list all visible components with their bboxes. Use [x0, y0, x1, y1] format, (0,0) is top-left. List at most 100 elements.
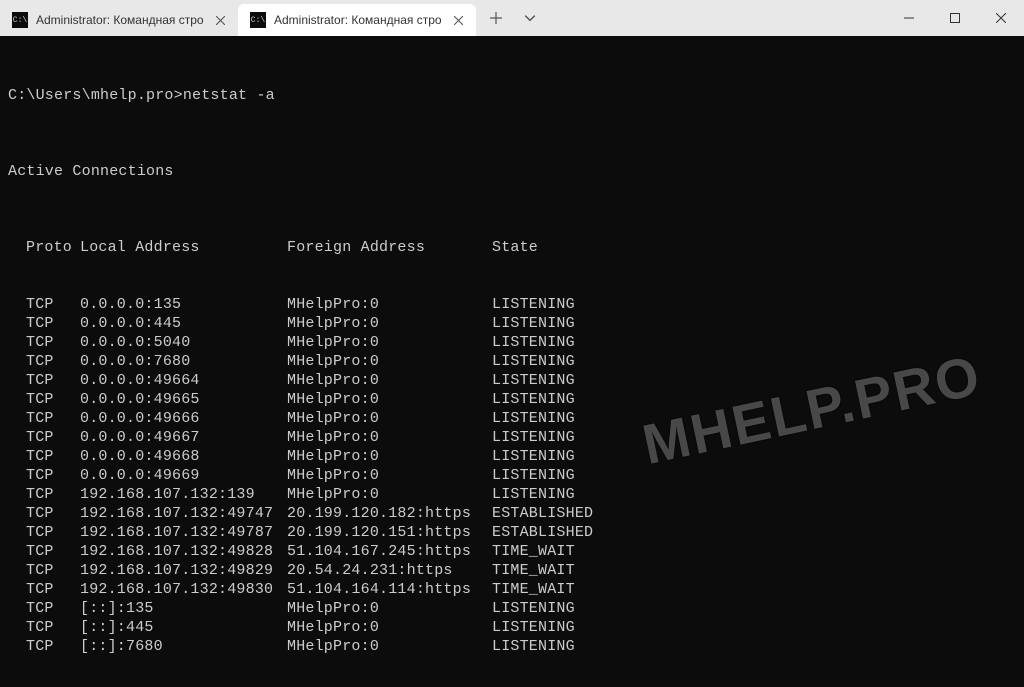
- cell-foreign: MHelpPro:0: [287, 447, 492, 466]
- header-foreign: Foreign Address: [287, 238, 492, 257]
- cell-local: 192.168.107.132:49787: [80, 523, 287, 542]
- cell-local: 192.168.107.132:139: [80, 485, 287, 504]
- cell-state: LISTENING: [492, 295, 575, 314]
- cell-foreign: MHelpPro:0: [287, 295, 492, 314]
- table-row: TCP0.0.0.0:49668MHelpPro:0LISTENING: [8, 447, 1016, 466]
- cell-proto: TCP: [8, 314, 80, 333]
- table-row: TCP192.168.107.132:4978720.199.120.151:h…: [8, 523, 1016, 542]
- table-row: TCP0.0.0.0:49667MHelpPro:0LISTENING: [8, 428, 1016, 447]
- cell-state: LISTENING: [492, 390, 575, 409]
- new-tab-button[interactable]: [482, 4, 510, 32]
- cell-local: [::]:135: [80, 599, 287, 618]
- cell-foreign: MHelpPro:0: [287, 428, 492, 447]
- cell-proto: TCP: [8, 352, 80, 371]
- tab-title: Administrator: Командная стро: [274, 13, 442, 27]
- tab-dropdown-button[interactable]: [516, 4, 544, 32]
- header-proto: Proto: [8, 238, 80, 257]
- cell-state: LISTENING: [492, 371, 575, 390]
- table-row: TCP0.0.0.0:49665MHelpPro:0LISTENING: [8, 390, 1016, 409]
- cell-foreign: MHelpPro:0: [287, 390, 492, 409]
- tab-1[interactable]: C:\ Administrator: Командная стро: [238, 4, 476, 36]
- cell-proto: TCP: [8, 447, 80, 466]
- table-row: TCP192.168.107.132:4982851.104.167.245:h…: [8, 542, 1016, 561]
- cell-foreign: 20.199.120.182:https: [287, 504, 492, 523]
- titlebar-drag-area[interactable]: [544, 0, 886, 36]
- cell-foreign: MHelpPro:0: [287, 333, 492, 352]
- prompt: C:\Users\mhelp.pro>: [8, 87, 183, 104]
- cell-local: 192.168.107.132:49830: [80, 580, 287, 599]
- cell-state: LISTENING: [492, 599, 575, 618]
- table-row: TCP0.0.0.0:7680MHelpPro:0LISTENING: [8, 352, 1016, 371]
- cell-state: LISTENING: [492, 352, 575, 371]
- cell-local: 192.168.107.132:49829: [80, 561, 287, 580]
- cell-state: LISTENING: [492, 333, 575, 352]
- table-body: TCP0.0.0.0:135MHelpPro:0LISTENINGTCP0.0.…: [8, 295, 1016, 656]
- cell-proto: TCP: [8, 580, 80, 599]
- cell-proto: TCP: [8, 618, 80, 637]
- header-state: State: [492, 238, 538, 257]
- cell-local: 0.0.0.0:49666: [80, 409, 287, 428]
- cell-proto: TCP: [8, 504, 80, 523]
- cell-state: LISTENING: [492, 618, 575, 637]
- table-row: TCP[::]:7680MHelpPro:0LISTENING: [8, 637, 1016, 656]
- cell-foreign: MHelpPro:0: [287, 409, 492, 428]
- cell-state: TIME_WAIT: [492, 542, 575, 561]
- cell-state: ESTABLISHED: [492, 523, 593, 542]
- close-tab-icon[interactable]: [450, 12, 466, 28]
- cell-proto: TCP: [8, 333, 80, 352]
- cell-local: 0.0.0.0:49667: [80, 428, 287, 447]
- tab-title: Administrator: Командная стро: [36, 13, 204, 27]
- cell-local: 0.0.0.0:49665: [80, 390, 287, 409]
- cell-local: 192.168.107.132:49747: [80, 504, 287, 523]
- close-tab-icon[interactable]: [212, 12, 228, 28]
- table-row: TCP0.0.0.0:49664MHelpPro:0LISTENING: [8, 371, 1016, 390]
- cell-local: 0.0.0.0:49668: [80, 447, 287, 466]
- table-row: TCP0.0.0.0:445MHelpPro:0LISTENING: [8, 314, 1016, 333]
- table-row: TCP0.0.0.0:135MHelpPro:0LISTENING: [8, 295, 1016, 314]
- cell-proto: TCP: [8, 466, 80, 485]
- cell-state: LISTENING: [492, 447, 575, 466]
- table-row: TCP[::]:445MHelpPro:0LISTENING: [8, 618, 1016, 637]
- table-row: TCP0.0.0.0:5040MHelpPro:0LISTENING: [8, 333, 1016, 352]
- cell-proto: TCP: [8, 409, 80, 428]
- cell-local: 0.0.0.0:5040: [80, 333, 287, 352]
- maximize-button[interactable]: [932, 0, 978, 36]
- cell-local: 192.168.107.132:49828: [80, 542, 287, 561]
- table-header-row: ProtoLocal AddressForeign AddressState: [8, 238, 1016, 257]
- cmd-icon: C:\: [250, 12, 266, 28]
- titlebar: C:\ Administrator: Командная стро C:\ Admin…: [0, 0, 1024, 36]
- cell-foreign: MHelpPro:0: [287, 485, 492, 504]
- table-row: TCP192.168.107.132:4983051.104.164.114:h…: [8, 580, 1016, 599]
- tab-strip: C:\ Administrator: Командная стро C:\ Admin…: [0, 0, 476, 36]
- prompt-line: C:\Users\mhelp.pro>netstat -a: [8, 86, 1016, 105]
- tab-actions: [476, 0, 544, 36]
- cell-proto: TCP: [8, 637, 80, 656]
- cell-local: [::]:7680: [80, 637, 287, 656]
- window-controls: [886, 0, 1024, 36]
- cell-proto: TCP: [8, 371, 80, 390]
- cell-foreign: MHelpPro:0: [287, 637, 492, 656]
- table-row: TCP0.0.0.0:49669MHelpPro:0LISTENING: [8, 466, 1016, 485]
- section-title: Active Connections: [8, 162, 1016, 181]
- cell-proto: TCP: [8, 390, 80, 409]
- cell-state: LISTENING: [492, 409, 575, 428]
- close-window-button[interactable]: [978, 0, 1024, 36]
- cell-proto: TCP: [8, 561, 80, 580]
- cell-proto: TCP: [8, 599, 80, 618]
- cell-state: TIME_WAIT: [492, 561, 575, 580]
- cell-proto: TCP: [8, 542, 80, 561]
- minimize-button[interactable]: [886, 0, 932, 36]
- table-row: TCP192.168.107.132:139MHelpPro:0LISTENIN…: [8, 485, 1016, 504]
- tab-0[interactable]: C:\ Administrator: Командная стро: [0, 4, 238, 36]
- cell-state: TIME_WAIT: [492, 580, 575, 599]
- cell-proto: TCP: [8, 523, 80, 542]
- cell-proto: TCP: [8, 485, 80, 504]
- header-local: Local Address: [80, 238, 287, 257]
- cmd-icon: C:\: [12, 12, 28, 28]
- cell-foreign: 20.54.24.231:https: [287, 561, 492, 580]
- terminal-output[interactable]: C:\Users\mhelp.pro>netstat -a Active Con…: [0, 36, 1024, 687]
- cell-local: [::]:445: [80, 618, 287, 637]
- cell-foreign: MHelpPro:0: [287, 466, 492, 485]
- cell-state: LISTENING: [492, 485, 575, 504]
- cell-foreign: MHelpPro:0: [287, 314, 492, 333]
